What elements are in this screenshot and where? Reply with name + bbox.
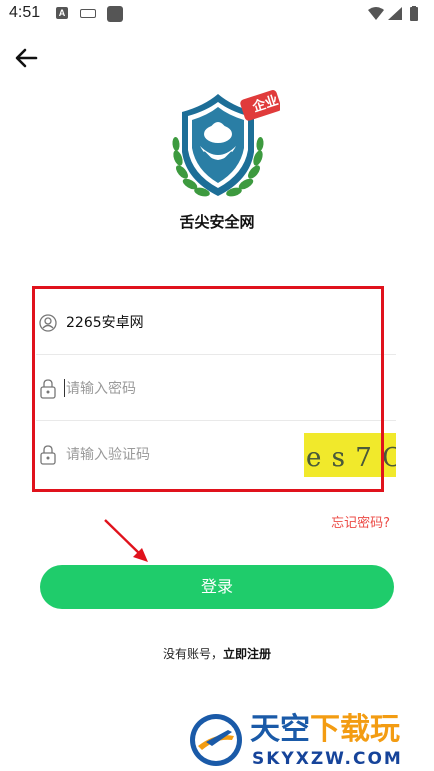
app-logo: 企业 <box>170 88 282 208</box>
status-time: 4:51 <box>9 4 41 21</box>
watermark-subtitle: SKYXZW.COM <box>252 749 403 769</box>
watermark-title-part1: 天空 <box>250 712 310 747</box>
status-bar: 4:51 A <box>0 0 434 30</box>
wifi-icon <box>368 7 384 20</box>
register-prompt: 没有账号，立即注册 <box>0 645 434 662</box>
signal-icon <box>388 7 402 20</box>
notification-square-icon <box>107 6 123 22</box>
watermark-title: 天空下载玩 <box>250 712 400 748</box>
notification-app-icon: A <box>56 7 68 19</box>
airplane-logo-icon <box>190 714 242 766</box>
keyboard-icon <box>80 9 96 18</box>
system-status-icons <box>368 6 418 21</box>
app-name: 舌尖安全网 <box>179 213 255 231</box>
battery-icon <box>410 7 418 21</box>
forgot-password-link[interactable]: 忘记密码? <box>331 512 390 531</box>
no-account-text: 没有账号， <box>162 647 223 661</box>
register-link[interactable]: 立即注册 <box>223 647 271 661</box>
annotation-arrow-icon <box>104 519 148 562</box>
back-arrow-icon[interactable] <box>12 44 40 72</box>
login-button[interactable]: 登录 <box>40 565 394 609</box>
site-watermark: 天空下载玩 SKYXZW.COM <box>186 712 434 771</box>
annotation-highlight-box <box>32 286 384 492</box>
watermark-title-part2: 下载玩 <box>310 712 400 747</box>
